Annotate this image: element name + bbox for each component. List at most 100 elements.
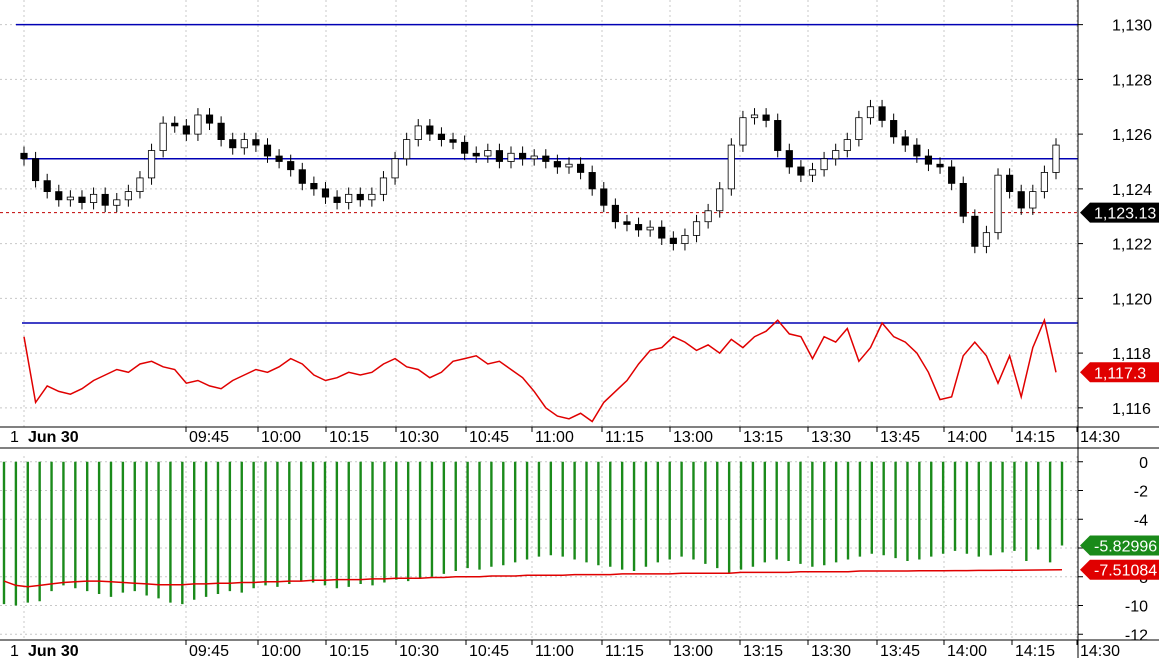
candle-body: [658, 226, 666, 239]
x-tick-label: 10:30: [399, 643, 439, 658]
x-tick-label: 14:00: [947, 429, 987, 446]
candle-body: [948, 166, 956, 184]
candle-body: [333, 196, 341, 203]
candle-body: [739, 117, 747, 146]
candle-body: [205, 114, 214, 124]
candle-body: [113, 199, 121, 206]
x-tick-label: 14:30: [1080, 643, 1120, 658]
date-label: Jun 30: [28, 429, 79, 446]
x-tick-label: 10:15: [329, 643, 369, 658]
candle-body: [403, 139, 411, 160]
candle-body: [716, 188, 724, 212]
candle-body: [356, 193, 364, 201]
candle-body: [345, 193, 353, 203]
candle-body: [797, 166, 805, 176]
candle-body: [727, 144, 735, 190]
x-tick-label: 13:15: [743, 429, 783, 446]
candle-body: [994, 174, 1002, 234]
candle-body: [275, 155, 283, 162]
candle-body: [669, 237, 677, 245]
candle-body: [391, 158, 399, 179]
x-tick-label: 09:45: [189, 643, 229, 658]
candle-body: [55, 191, 63, 201]
osc-y-tick-label: -12: [1125, 627, 1148, 644]
candle-body: [368, 193, 376, 201]
candle-body: [530, 155, 538, 160]
candle-body: [878, 106, 886, 121]
signal-last-tag: -7.51084: [1094, 563, 1157, 580]
candle-body: [298, 169, 306, 184]
candle-body: [78, 196, 86, 203]
price-y-tick-label: 1,116: [1112, 401, 1151, 418]
candle-body: [634, 224, 643, 231]
candle-body: [576, 163, 585, 173]
candle-body: [982, 232, 991, 247]
chart-window: 1,130 1,128 1,126 1,124 1,122 1,120 1,118 1,116…: [0, 0, 1159, 660]
candle-body: [43, 180, 51, 193]
candle-body: [600, 188, 608, 206]
candle-body: [913, 144, 921, 157]
x-tick-label: 14:00: [947, 643, 987, 658]
candle-body: [1052, 144, 1060, 173]
x-tick-label: 11:15: [605, 643, 644, 658]
candle-body: [959, 182, 967, 217]
candle-body: [484, 150, 492, 157]
candle-body: [936, 163, 944, 168]
candle-body: [472, 152, 480, 157]
price-y-tick-label: 1,126: [1112, 127, 1152, 144]
x-tick-label: 11:15: [605, 429, 644, 446]
last-price-tag: 1,123.13: [1094, 206, 1156, 223]
price-y-tick-label: 1,124: [1112, 182, 1152, 199]
x-tick-label: 10:00: [261, 643, 301, 658]
candle-body: [774, 120, 782, 151]
candle-body: [855, 117, 863, 140]
candle-body: [681, 234, 689, 245]
candle-body: [194, 114, 202, 135]
candle-body: [252, 139, 260, 146]
candle-body: [519, 152, 527, 160]
candle-body: [20, 152, 28, 160]
candle-body: [449, 139, 457, 143]
candle-body: [1040, 172, 1048, 193]
candle-body: [704, 210, 712, 223]
candle-body: [1029, 191, 1037, 209]
candle-body: [1006, 174, 1014, 193]
candle-body: [437, 133, 446, 140]
candle-body: [553, 161, 561, 168]
x-tick-label: 11:00: [535, 643, 574, 658]
candle-body: [414, 125, 422, 140]
candle-body: [171, 122, 179, 127]
osc-y-tick-label: -10: [1125, 599, 1148, 616]
x-tick-label: 10:00: [261, 429, 301, 446]
price-y-tick-label: 1,118: [1112, 346, 1151, 363]
candle-body: [971, 215, 979, 247]
candle-body: [866, 106, 875, 119]
candle-body: [901, 136, 909, 146]
candle-body: [66, 196, 74, 201]
osc-y-tick-label: -2: [1134, 484, 1148, 501]
candle-body: [623, 221, 631, 225]
candle-body: [321, 188, 330, 198]
x-tick-label: 10:30: [399, 429, 439, 446]
candle-body: [159, 122, 167, 151]
candle-body: [182, 125, 190, 135]
price-y-tick-label: 1,128: [1112, 72, 1152, 89]
candle-body: [507, 152, 515, 162]
left-marker-label: 1: [10, 643, 19, 658]
candle-body: [542, 155, 550, 162]
chart-svg: 1,130 1,128 1,126 1,124 1,122 1,120 1,118 1,116…: [0, 0, 1159, 660]
candle-body: [646, 226, 654, 231]
x-tick-label: 10:45: [469, 429, 509, 446]
candle-body: [461, 141, 469, 154]
candle-body: [310, 182, 318, 190]
candle-body: [750, 114, 759, 119]
candle-body: [124, 191, 132, 201]
candle-body: [890, 120, 898, 138]
x-tick-label: 14:30: [1080, 429, 1120, 446]
candle-body: [820, 158, 828, 171]
date-label: Jun 30: [28, 643, 79, 658]
candle-body: [240, 139, 248, 149]
candle-body: [692, 221, 701, 236]
left-marker-label: 1: [10, 429, 19, 446]
x-tick-label: 13:15: [743, 643, 783, 658]
